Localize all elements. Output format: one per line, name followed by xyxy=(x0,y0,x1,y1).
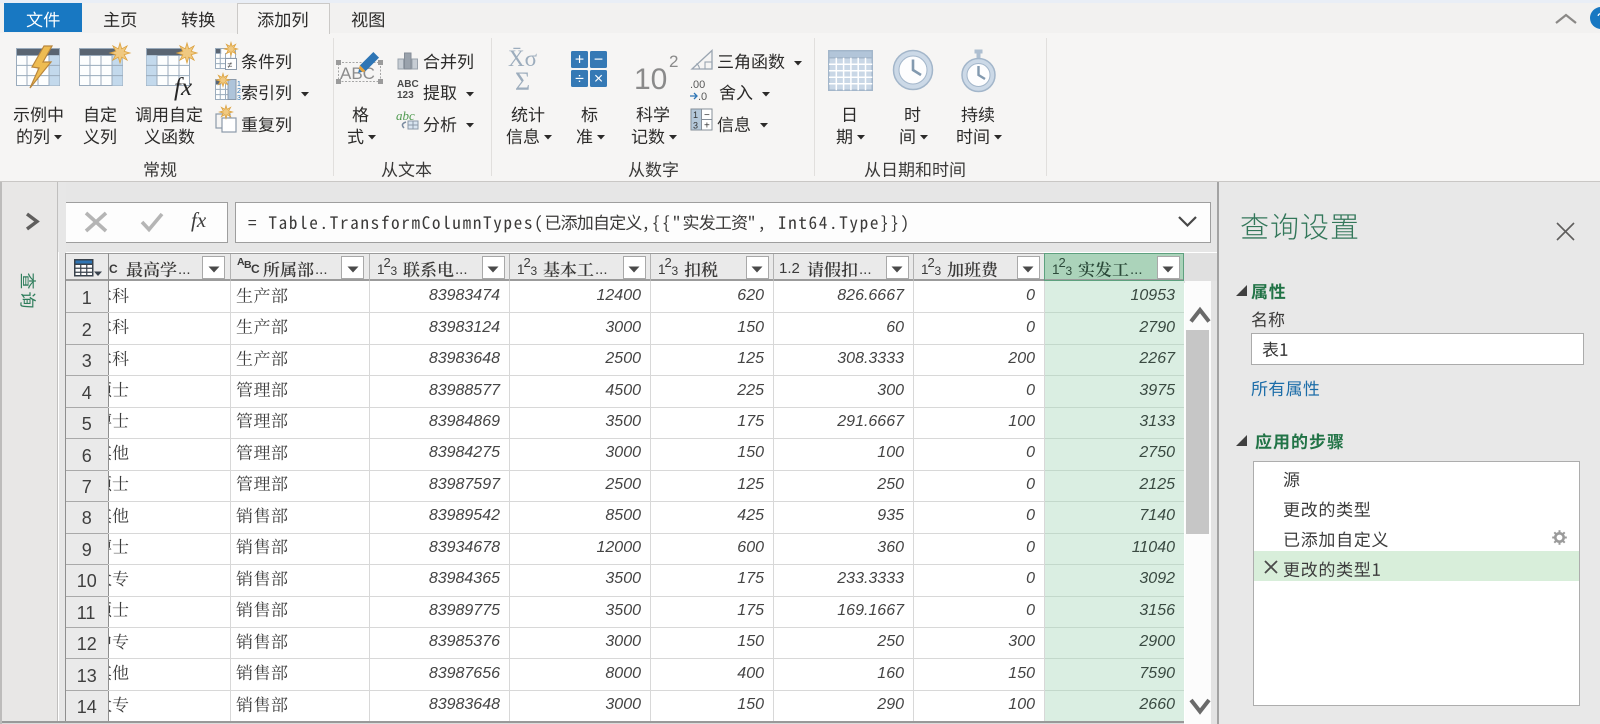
svg-text:÷: ÷ xyxy=(575,71,584,88)
svg-text:Σ: Σ xyxy=(515,67,530,96)
svg-text:−: − xyxy=(594,52,603,69)
svg-text:.00: .00 xyxy=(690,79,705,91)
svg-text:3: 3 xyxy=(693,121,698,131)
svg-text:+: + xyxy=(575,52,584,69)
svg-text:+: + xyxy=(704,121,710,132)
svg-text:2: 2 xyxy=(669,52,678,71)
svg-text:.0: .0 xyxy=(698,91,707,103)
svg-text:ABC: ABC xyxy=(397,79,419,90)
svg-text:fx: fx xyxy=(174,74,192,101)
svg-text:1: 1 xyxy=(693,110,698,120)
svg-text:10: 10 xyxy=(634,63,667,96)
svg-text:×: × xyxy=(594,71,603,88)
svg-text:−: − xyxy=(704,110,710,121)
svg-text:123: 123 xyxy=(397,90,414,101)
svg-text:≠: ≠ xyxy=(228,60,233,70)
